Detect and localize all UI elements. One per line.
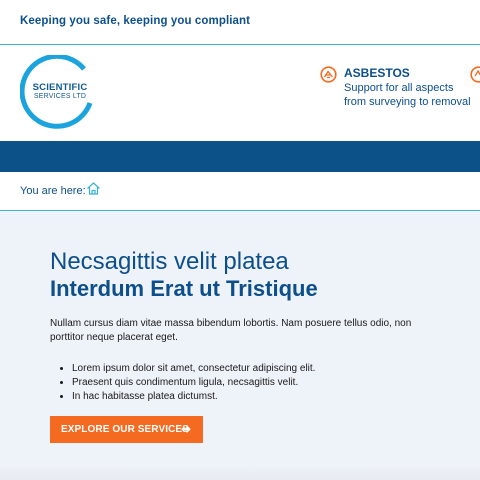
logo-subname: SERVICES LTD	[33, 93, 87, 100]
hero-subtitle: Necsagittis velit platea	[50, 248, 289, 275]
hero-bullet-list: Lorem ipsum dolor sit amet, consectetur …	[72, 362, 315, 404]
service-next-icon[interactable]	[470, 66, 480, 83]
home-icon[interactable]	[86, 181, 101, 196]
breadcrumb-label: You are here:	[20, 185, 86, 197]
top-bar: Keeping you safe, keeping you compliant	[0, 0, 480, 44]
service-title: ASBESTOS	[344, 66, 410, 80]
hero-body-text: Nullam cursus diam vitae massa bibendum …	[50, 318, 412, 343]
explore-services-button[interactable]: EXPLORE OUR SERVICES ➜	[50, 416, 203, 443]
list-item: Praesent quis condimentum ligula, necsag…	[72, 376, 315, 390]
logo-name: SCIENTIFIC	[32, 82, 88, 93]
arrow-right-icon: ➜	[181, 422, 192, 436]
list-item: In hac habitasse platea dictumst.	[72, 390, 315, 404]
main-navigation-bar[interactable]	[0, 141, 480, 172]
explore-services-label: EXPLORE OUR SERVICES	[61, 424, 189, 435]
asbestos-icon	[320, 66, 337, 83]
page-bottom-edge	[0, 466, 480, 480]
list-item: Lorem ipsum dolor sit amet, consectetur …	[72, 362, 315, 376]
tagline: Keeping you safe, keeping you compliant	[20, 15, 251, 27]
hero-title: Interdum Erat ut Tristique	[50, 276, 318, 301]
service-description: Support for all aspects from surveying t…	[344, 82, 471, 108]
